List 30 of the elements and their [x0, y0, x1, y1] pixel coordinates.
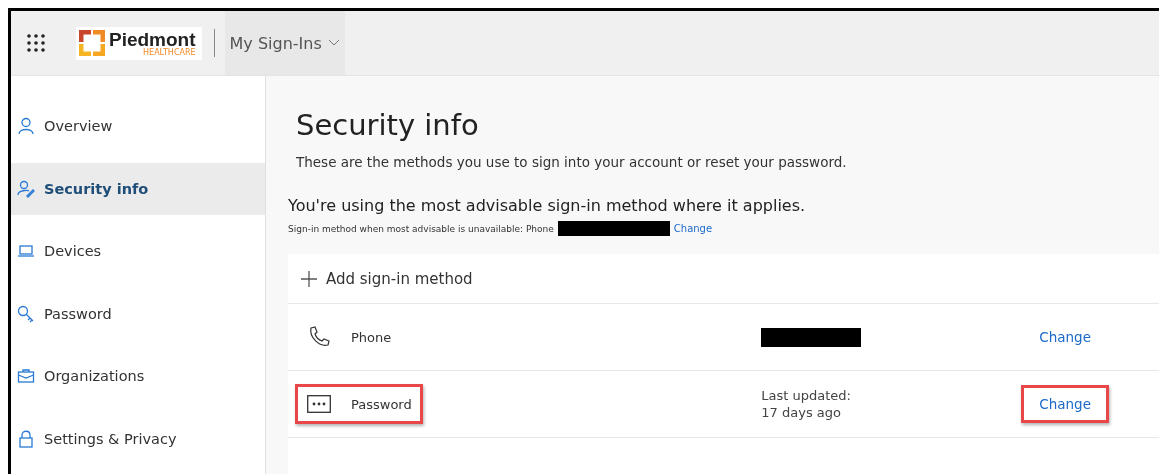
sidebar-item[interactable]: Organizations — [11, 350, 265, 403]
change-link[interactable]: Change — [673, 223, 713, 234]
change-link[interactable]: Change — [1021, 385, 1109, 423]
fallback-text: Sign-in method when most advisable is unavailable: Phone — [288, 223, 554, 234]
chevron-down-icon — [327, 39, 340, 47]
sidebar-item[interactable]: Password — [11, 287, 265, 340]
password-icon — [307, 395, 331, 413]
phone-icon — [307, 325, 331, 349]
logo: Piedmont HEALTHCARE — [76, 26, 202, 60]
lock-icon — [17, 429, 35, 448]
sidebar-item[interactable]: Devices — [11, 225, 265, 278]
sidebar-item[interactable]: Overview — [11, 100, 265, 153]
briefcase-icon — [17, 367, 35, 386]
advisory-text: You're using the most advisable sign-in method where it applies. — [288, 196, 807, 215]
method-name: Phone — [295, 314, 403, 360]
person-icon — [17, 117, 35, 136]
plus-icon — [300, 269, 318, 288]
detail-text: 17 days ago — [761, 405, 842, 420]
detail-text: Last updated: — [761, 388, 852, 403]
key-icon — [17, 304, 35, 323]
app-launcher-icon[interactable] — [26, 33, 46, 53]
method-name: Password — [295, 384, 423, 424]
sidebar-item[interactable]: Settings & Privacy — [11, 412, 265, 465]
change-link[interactable]: Change — [1021, 318, 1109, 356]
description-text: These are the methods you use to sign into your account or reset your password. — [296, 154, 848, 170]
app-switcher[interactable]: My Sign-Ins — [224, 11, 345, 75]
add-method-button[interactable]: Add sign-in method — [288, 254, 1159, 304]
page-title: Security info — [296, 108, 480, 142]
sidebar-item[interactable]: Security info — [11, 162, 265, 215]
person-pen-icon — [17, 179, 35, 198]
